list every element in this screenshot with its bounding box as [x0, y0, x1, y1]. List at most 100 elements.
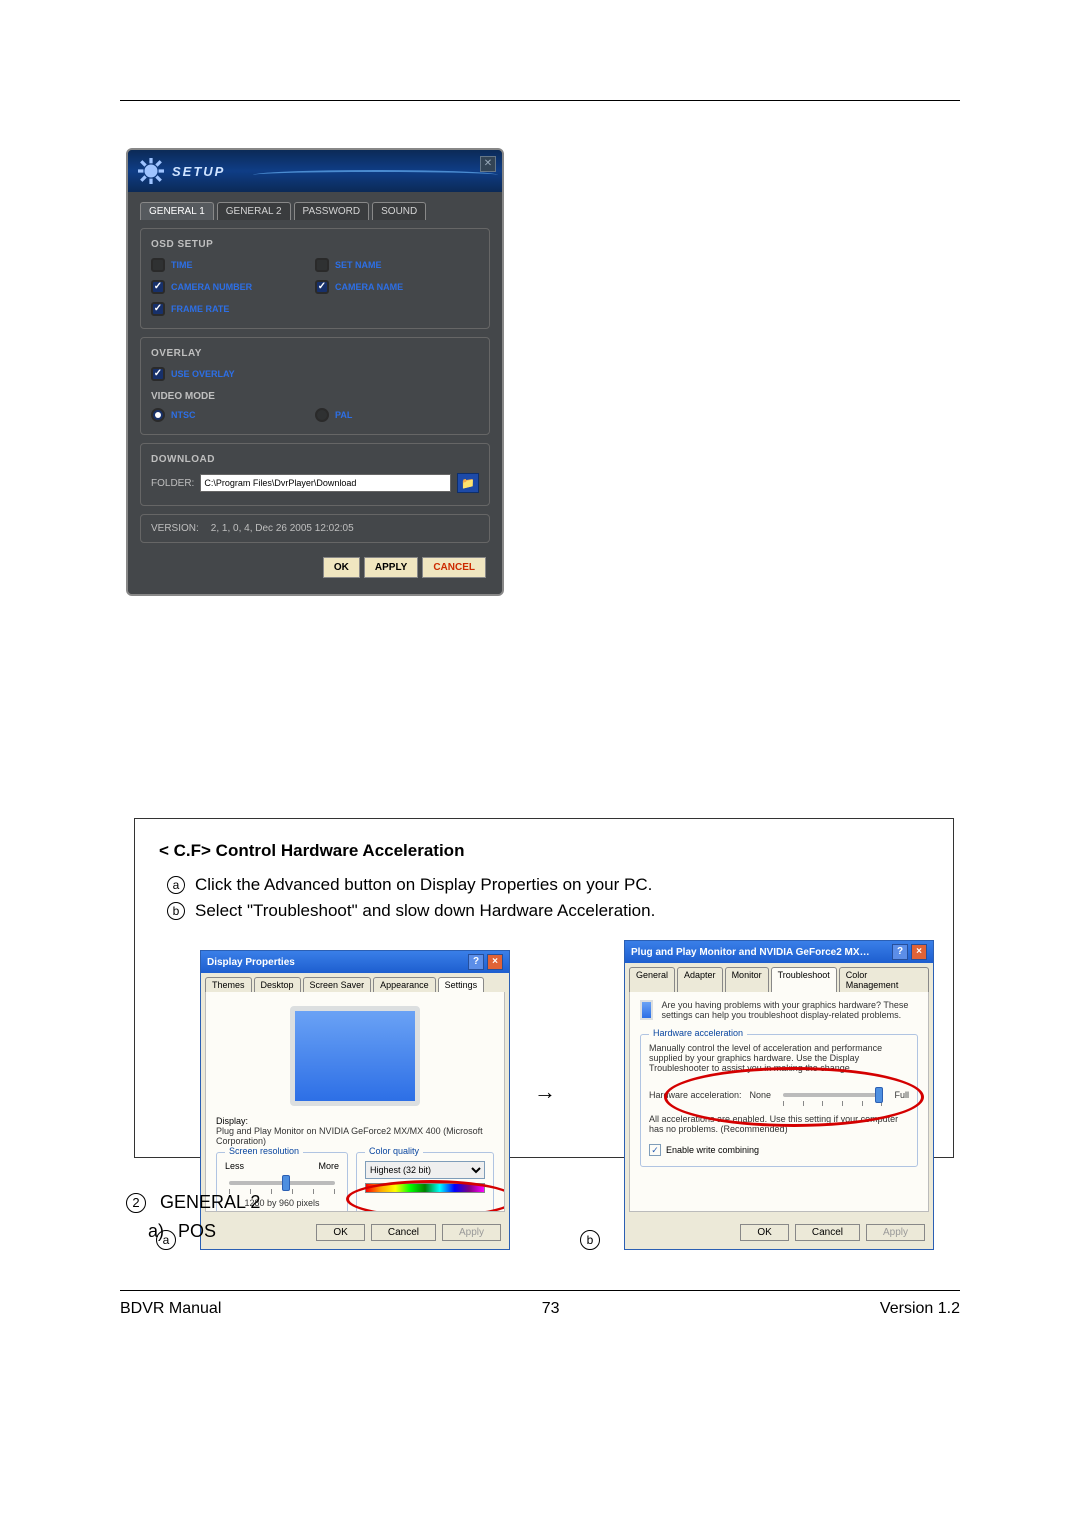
opt-time[interactable]: TIME	[151, 258, 311, 272]
dp-ok-button[interactable]: OK	[316, 1224, 364, 1241]
resolution-slider[interactable]	[229, 1181, 335, 1185]
sub-a-label: a)	[148, 1221, 164, 1242]
tab-screensaver[interactable]: Screen Saver	[303, 977, 372, 992]
apply-button[interactable]: APPLY	[364, 557, 418, 578]
tab-general-2[interactable]: GENERAL 2	[217, 202, 291, 220]
monitor-properties-tabs: General Adapter Monitor Troubleshoot Col…	[625, 963, 933, 992]
version-value: 2, 1, 0, 4, Dec 26 2005 12:02:05	[211, 523, 354, 534]
hw-status: All accelerations are enabled. Use this …	[649, 1114, 909, 1134]
display-value: Plug and Play Monitor on NVIDIA GeForce2…	[216, 1126, 494, 1146]
display-properties-tabs: Themes Desktop Screen Saver Appearance S…	[201, 973, 509, 992]
osd-setup-panel: OSD SETUP TIME SET NAME CAMERA NUMBER CA…	[140, 228, 490, 329]
footer-page-number: 73	[542, 1300, 560, 1324]
tab-mp-troubleshoot[interactable]: Troubleshoot	[771, 967, 837, 992]
overlay-panel: OVERLAY USE OVERLAY VIDEO MODE NTSC PAL	[140, 337, 490, 435]
dp-cancel-button[interactable]: Cancel	[371, 1224, 436, 1241]
help-icon[interactable]: ?	[892, 944, 908, 960]
tab-mp-general[interactable]: General	[629, 967, 675, 992]
hw-full: Full	[894, 1090, 909, 1100]
download-panel: DOWNLOAD FOLDER: 📁	[140, 443, 490, 506]
tab-appearance[interactable]: Appearance	[373, 977, 436, 992]
hw-desc: Manually control the level of accelerati…	[649, 1043, 909, 1073]
checkbox-icon[interactable]	[151, 280, 165, 294]
footer-right: Version 1.2	[880, 1300, 960, 1324]
tab-mp-colormgmt[interactable]: Color Management	[839, 967, 929, 992]
gear-icon	[138, 158, 164, 184]
mp-apply-button[interactable]: Apply	[866, 1224, 925, 1241]
opt-set-name[interactable]: SET NAME	[315, 258, 479, 272]
osd-heading: OSD SETUP	[151, 239, 479, 250]
help-icon[interactable]: ?	[468, 954, 484, 970]
checkbox-icon[interactable]	[151, 367, 165, 381]
monitor-icon	[640, 1000, 653, 1020]
checkbox-icon[interactable]	[151, 302, 165, 316]
checkbox-icon[interactable]	[315, 258, 329, 272]
opt-use-overlay[interactable]: USE OVERLAY	[151, 367, 479, 381]
page-footer: BDVR Manual 73 Version 1.2	[120, 1300, 960, 1324]
sub-a-pos: POS	[178, 1221, 216, 1242]
overlay-heading: OVERLAY	[151, 348, 479, 359]
close-button[interactable]: ✕	[480, 156, 496, 172]
monitor-preview-icon	[290, 1006, 420, 1106]
dialog-title: Display Properties	[207, 957, 295, 968]
hw-none: None	[750, 1090, 772, 1100]
color-bar-icon	[365, 1183, 485, 1193]
setup-tabs: GENERAL 1 GENERAL 2 PASSWORD SOUND	[140, 202, 490, 220]
color-quality-group: Color quality Highest (32 bit)	[356, 1152, 494, 1212]
opt-camera-number[interactable]: CAMERA NUMBER	[151, 280, 311, 294]
folder-label: FOLDER:	[151, 478, 194, 489]
radio-icon[interactable]	[151, 408, 165, 422]
hw-label: Hardware acceleration:	[649, 1090, 742, 1100]
setup-titlebar: SETUP ✕	[128, 150, 502, 192]
tab-sound[interactable]: SOUND	[372, 202, 426, 220]
radio-icon[interactable]	[315, 408, 329, 422]
tab-password[interactable]: PASSWORD	[294, 202, 370, 220]
setup-window: SETUP ✕ GENERAL 1 GENERAL 2 PASSWORD SOU…	[126, 148, 504, 596]
folder-input[interactable]	[200, 474, 451, 492]
dp-apply-button[interactable]: Apply	[442, 1224, 501, 1241]
version-box: VERSION: 2, 1, 0, 4, Dec 26 2005 12:02:0…	[140, 514, 490, 543]
tab-mp-monitor[interactable]: Monitor	[725, 967, 769, 992]
opt-camera-name[interactable]: CAMERA NAME	[315, 280, 479, 294]
section-general-2: GENERAL 2	[160, 1192, 260, 1213]
tab-themes[interactable]: Themes	[205, 977, 252, 992]
close-icon[interactable]: ×	[487, 954, 503, 970]
display-label: Display:	[216, 1116, 494, 1126]
footer-left: BDVR Manual	[120, 1300, 221, 1324]
tab-general-1[interactable]: GENERAL 1	[140, 202, 214, 220]
display-properties-titlebar: Display Properties ? ×	[201, 951, 509, 973]
checkbox-icon[interactable]	[315, 280, 329, 294]
dialog-title: Plug and Play Monitor and NVIDIA GeForce…	[631, 947, 871, 958]
version-label: VERSION:	[151, 523, 199, 534]
mp-cancel-button[interactable]: Cancel	[795, 1224, 860, 1241]
marker-b-icon: b	[167, 902, 185, 920]
circled-2-icon: 2	[126, 1193, 146, 1213]
opt-frame-rate[interactable]: FRAME RATE	[151, 302, 311, 316]
monitor-properties-dialog: Plug and Play Monitor and NVIDIA GeForce…	[624, 940, 934, 1250]
hw-accel-group: Hardware acceleration Manually control t…	[640, 1034, 918, 1167]
tip-line-b: b Select "Troubleshoot" and slow down Ha…	[159, 901, 929, 921]
enable-write-combining[interactable]: ✓ Enable write combining	[649, 1144, 909, 1156]
hw-accel-slider[interactable]	[783, 1093, 882, 1097]
arrow-icon: →	[534, 1079, 556, 1105]
checkbox-icon[interactable]	[151, 258, 165, 272]
intro-text: Are you having problems with your graphi…	[661, 1000, 918, 1020]
tab-mp-adapter[interactable]: Adapter	[677, 967, 723, 992]
marker-a-icon: a	[167, 876, 185, 894]
tip-line-a: a Click the Advanced button on Display P…	[159, 875, 929, 895]
setup-title-text: SETUP	[172, 164, 225, 179]
checkbox-icon[interactable]: ✓	[649, 1144, 661, 1156]
download-heading: DOWNLOAD	[151, 454, 479, 465]
tab-settings[interactable]: Settings	[438, 977, 485, 992]
tab-desktop[interactable]: Desktop	[254, 977, 301, 992]
radio-pal[interactable]: PAL	[315, 408, 479, 422]
close-icon[interactable]: ×	[911, 944, 927, 960]
mp-ok-button[interactable]: OK	[740, 1224, 788, 1241]
color-quality-select[interactable]: Highest (32 bit)	[365, 1161, 485, 1179]
browse-button[interactable]: 📁	[457, 473, 479, 493]
video-mode-heading: VIDEO MODE	[151, 391, 479, 402]
tip-title: < C.F> Control Hardware Acceleration	[159, 841, 929, 861]
cancel-button[interactable]: CANCEL	[422, 557, 486, 578]
ok-button[interactable]: OK	[323, 557, 360, 578]
radio-ntsc[interactable]: NTSC	[151, 408, 311, 422]
